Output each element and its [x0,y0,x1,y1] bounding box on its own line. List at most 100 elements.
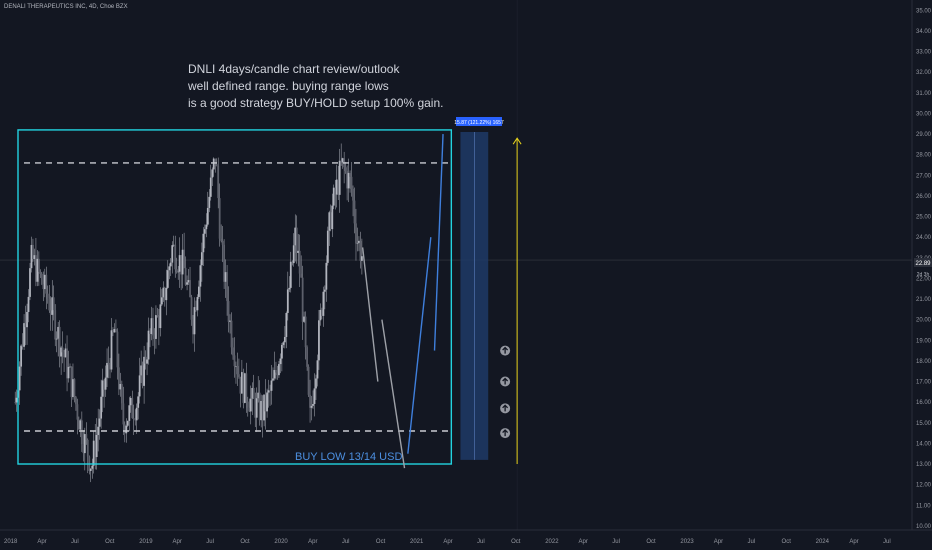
candle-body [323,289,326,292]
time-tick-label: Jul [71,539,79,545]
time-tick-label: Jul [342,539,350,545]
candle-body [282,342,285,345]
candle-body [316,360,319,379]
candle-body [344,167,347,171]
time-tick-label: 2023 [680,539,694,545]
candle-body [289,261,292,288]
price-tick-label: 14.00 [916,441,932,447]
candle-body [20,345,23,367]
candle-body [100,396,103,419]
candle-body [159,304,162,329]
time-tick-label: Jul [612,539,620,545]
candle-body [292,245,295,264]
candle-body [288,287,291,290]
candle-body [221,240,224,245]
time-tick-label: Apr [579,539,588,545]
chart-title: DENALI THERAPEUTICS INC, 4D, Choe BZX [4,4,128,10]
candle-body [98,418,101,427]
candle-body [160,297,163,305]
candle-body [89,468,92,471]
candle-body [306,347,308,367]
candle-body [208,196,211,208]
annotation-line-3: is a good strategy BUY/HOLD setup 100% g… [188,96,443,110]
candle-body [246,401,249,408]
candle-body [27,296,30,312]
candle-body [203,229,206,234]
candle-body [18,366,21,391]
candle-body [48,298,51,311]
candle-body [353,200,356,224]
candle-body [361,256,363,261]
price-tick-label: 29.00 [916,132,932,138]
candle-body [152,318,154,336]
candle-body [338,160,341,195]
candle-body [67,366,70,379]
candle-body [315,378,317,389]
price-tick-label: 27.00 [916,173,932,179]
candle-body [115,329,117,332]
candle-body [169,262,172,267]
time-tick-label: Jul [883,539,891,545]
candle-body [132,418,135,420]
candle-body [318,320,320,361]
price-tick-label: 32.00 [916,70,932,76]
candle-body [107,362,110,365]
annotation-line-2: well defined range. buying range lows [187,79,389,93]
candle-body [110,330,113,370]
candle-body [39,271,42,274]
candle-body [120,384,123,404]
candle-body [97,426,100,435]
price-chart[interactable]: 35.00 34.00 33.00 32.00 31.00 30.00 29.00 28.00… [0,0,932,550]
candle-body [298,250,301,274]
time-tick-label: Apr [714,539,723,545]
time-tick-label: 2018 [4,539,18,545]
candle-body [255,398,258,418]
candle-body [198,286,200,298]
time-tick-label: Apr [173,539,182,545]
candle-body [227,301,230,322]
time-tick-label: Oct [782,539,792,545]
time-tick-label: Oct [376,539,386,545]
candle-body [304,316,307,348]
candle-body [104,377,107,390]
candle-body [26,311,28,328]
candle-body [309,394,311,408]
candle-body [307,366,310,395]
candle-body [279,358,282,365]
time-tick-label: Jul [477,539,485,545]
candle-body [238,374,240,378]
price-tick-label: 34.00 [916,29,932,35]
candle-body [131,397,134,419]
price-tick-label: 12.00 [916,483,932,489]
last-price-label: 22.89 [915,261,931,267]
candle-body [218,198,221,239]
candle-body [73,379,76,398]
candle-body [106,362,108,378]
price-tick-label: 20.00 [916,318,932,324]
candle-body [266,392,268,412]
candle-body [46,293,49,299]
time-tick-label: Oct [511,539,521,545]
candle-body [252,387,255,399]
candle-body [199,265,202,287]
time-tick-label: 2021 [410,539,424,545]
candle-body [122,403,125,425]
time-tick-label: Oct [105,539,115,545]
candle-body [155,315,157,339]
candle-body [186,282,188,285]
candle-body [174,244,177,270]
candle-body [75,397,77,405]
price-tick-label: 24.00 [916,235,932,241]
candle-body [183,249,186,268]
time-tick-label: Oct [240,539,250,545]
candle-body [285,312,288,338]
candle-body [196,297,199,311]
price-tick-label: 11.00 [916,503,931,509]
candle-body [232,347,234,356]
price-tick-label: 21.00 [916,297,932,303]
candle-body [85,434,88,440]
candle-body [116,331,119,368]
time-tick-label: Jul [747,539,755,545]
candle-body [61,347,64,353]
buy-label: BUY LOW 13/14 USD [295,451,402,463]
